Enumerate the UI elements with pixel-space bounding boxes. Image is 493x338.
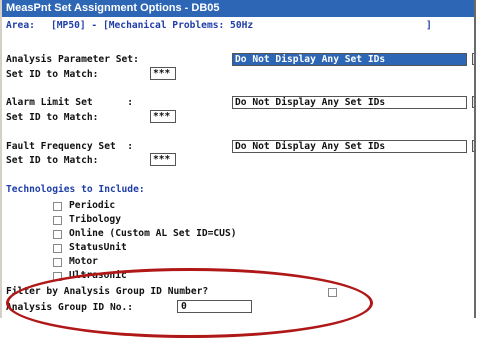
periodic-label: Periodic [69, 200, 116, 211]
tribology-label: Tribology [69, 214, 121, 225]
right-margin [476, 0, 493, 318]
fault-frequency-match-label: Set ID to Match: [6, 155, 99, 166]
area-close-bracket: ] [426, 20, 432, 31]
analysis-parameter-set-label: Analysis Parameter Set: [6, 54, 139, 65]
area-label: Area: [6, 20, 35, 31]
statusunit-label: StatusUnit [69, 242, 127, 253]
fault-frequency-set-select[interactable]: Do Not Display Any Set IDs [232, 140, 467, 153]
alarm-limit-set-select[interactable]: Do Not Display Any Set IDs [232, 96, 467, 109]
analysis-parameter-set-value: Do Not Display Any Set IDs [233, 54, 466, 65]
motor-label: Motor [69, 256, 98, 267]
red-annotation-oval [6, 268, 373, 338]
fault-frequency-match-input[interactable]: *** [150, 153, 176, 166]
statusunit-checkbox[interactable] [53, 244, 62, 253]
analysis-parameter-match-input[interactable]: *** [150, 67, 176, 80]
fault-frequency-set-label: Fault Frequency Set : [6, 141, 134, 152]
window-title: MeasPnt Set Assignment Options - DB05 [2, 0, 474, 17]
fault-frequency-set-value: Do Not Display Any Set IDs [235, 141, 386, 152]
analysis-parameter-match-label: Set ID to Match: [6, 69, 99, 80]
tribology-checkbox[interactable] [53, 216, 62, 225]
technologies-heading: Technologies to Include: [6, 184, 145, 195]
motor-checkbox[interactable] [53, 258, 62, 267]
analysis-parameter-set-select[interactable]: Do Not Display Any Set IDs [232, 53, 467, 66]
alarm-limit-match-label: Set ID to Match: [6, 112, 99, 123]
area-value: [MP50] - [Mechanical Problems: 50Hz [51, 20, 254, 31]
alarm-limit-set-label: Alarm Limit Set : [6, 97, 134, 108]
alarm-limit-match-input[interactable]: *** [150, 110, 176, 123]
online-checkbox[interactable] [53, 230, 62, 239]
alarm-limit-set-value: Do Not Display Any Set IDs [235, 97, 386, 108]
online-label: Online (Custom AL Set ID=CUS) [69, 228, 237, 239]
periodic-checkbox[interactable] [53, 202, 62, 211]
